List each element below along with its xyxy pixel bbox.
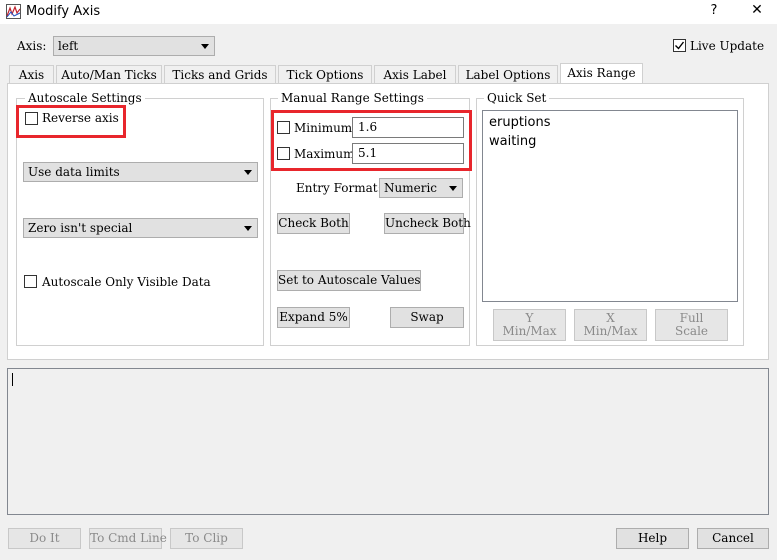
list-item[interactable]: eruptions [489,115,551,130]
y-minmax-line2: Min/Max [502,324,557,338]
data-limits-value: Use data limits [28,165,120,179]
chevron-down-icon [201,44,209,49]
do-it-button[interactable]: Do It [8,528,81,549]
zero-special-value: Zero isn't special [28,221,133,235]
axis-select[interactable]: left [53,36,215,56]
chevron-down-icon [244,226,252,231]
x-minmax-button[interactable]: X Min/Max [574,309,647,341]
window-title: Modify Axis [26,4,101,19]
swap-button[interactable]: Swap [390,307,464,328]
chevron-down-icon [244,170,252,175]
data-limits-select[interactable]: Use data limits [23,162,258,182]
zero-special-select[interactable]: Zero isn't special [23,218,258,238]
maximum-checkbox[interactable] [277,147,290,160]
full-scale-button[interactable]: Full Scale [655,309,728,341]
chevron-down-icon [449,186,457,191]
x-minmax-line2: Min/Max [583,324,638,338]
tab-auto-man-ticks[interactable]: Auto/Man Ticks [56,65,162,84]
entry-format-select[interactable]: Numeric [379,178,463,198]
text-cursor [12,373,13,386]
to-clip-button[interactable]: To Clip [170,528,243,549]
list-item[interactable]: waiting [489,134,536,149]
axis-label: Axis: [17,39,47,53]
axis-select-value: left [58,39,79,53]
help-button[interactable]: Help [616,528,689,549]
quick-set-group-title: Quick Set [484,91,550,105]
minimum-checkbox[interactable] [277,121,290,134]
reverse-axis-label: Reverse axis [42,111,119,125]
expand-button[interactable]: Expand 5% [277,307,350,328]
command-textarea[interactable] [7,368,769,515]
full-scale-line2: Scale [674,324,709,338]
y-minmax-button[interactable]: Y Min/Max [493,309,566,341]
uncheck-both-button[interactable]: Uncheck Both [384,213,471,234]
check-both-button[interactable]: Check Both [277,213,350,234]
cancel-button[interactable]: Cancel [697,528,769,549]
to-cmd-line-button[interactable]: To Cmd Line [89,528,167,549]
app-icon [6,4,21,19]
autoscale-group-title: Autoscale Settings [25,91,145,105]
close-icon[interactable]: ✕ [746,2,768,22]
tab-axis[interactable]: Axis [9,65,54,84]
tab-tick-options[interactable]: Tick Options [278,65,372,84]
tab-ticks-and-grids[interactable]: Ticks and Grids [164,65,276,84]
set-autoscale-button[interactable]: Set to Autoscale Values [277,270,421,291]
minimum-label: Minimum: [294,121,357,135]
entry-format-value: Numeric [384,181,438,195]
maximum-input[interactable]: 5.1 [352,143,464,164]
title-bar [0,0,777,24]
trace-list[interactable]: eruptions waiting [482,110,738,302]
tab-label-options[interactable]: Label Options [458,65,558,84]
live-update-label: Live Update [690,39,765,53]
minimum-input[interactable]: 1.6 [352,117,464,138]
visible-only-checkbox[interactable] [24,275,37,288]
tab-axis-range[interactable]: Axis Range [560,63,643,84]
maximum-label: Maximum: [294,147,359,161]
reverse-axis-checkbox[interactable] [25,112,38,125]
manual-range-group-title: Manual Range Settings [278,91,427,105]
visible-only-label: Autoscale Only Visible Data [42,275,211,289]
tab-axis-label[interactable]: Axis Label [374,65,456,84]
checkmark-icon [675,41,685,50]
help-icon[interactable]: ? [705,3,723,21]
live-update-checkbox[interactable] [673,39,686,52]
entry-format-label: Entry Format: [296,181,382,195]
